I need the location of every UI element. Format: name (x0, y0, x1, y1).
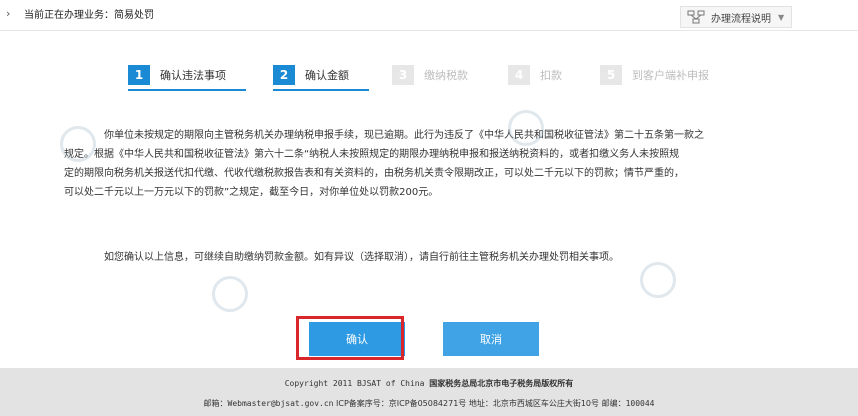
footer-copyright: Copyright 2011 BJSAT of China 国家税务总局北京市电… (0, 378, 858, 389)
divider (0, 30, 858, 31)
icp-label: ICP备案序号： (336, 399, 389, 408)
chevron-right-icon: › (6, 7, 11, 20)
step-4[interactable]: 4 扣款 (508, 62, 562, 88)
process-guide-label: 办理流程说明 (711, 13, 771, 25)
footer: Copyright 2011 BJSAT of China 国家税务总局北京市电… (0, 368, 858, 416)
copyright-owner: 国家税务总局北京市电子税务局版权所有 (429, 379, 574, 388)
breadcrumb-current-task: 简易处罚 (114, 10, 154, 21)
postcode-value: 100044 (625, 399, 655, 408)
notice-line: 你单位未按规定的期限向主管税务机关办理纳税申报手续，现已逾期。此行为违反了《中华… (104, 130, 704, 141)
step-label: 确认违法事项 (160, 69, 226, 82)
process-guide-button[interactable]: 办理流程说明 ▼ (680, 6, 792, 28)
step-2[interactable]: 2 确认金额 (273, 62, 349, 88)
step-label: 到客户端补申报 (632, 69, 709, 82)
flow-chart-icon (687, 10, 705, 24)
page: › 当前正在办理业务：简易处罚 办理流程说明 ▼ 1 确认违法事项 2 确认金额… (0, 0, 858, 416)
step-label: 确认金额 (305, 69, 349, 82)
step-label: 缴纳税款 (424, 69, 468, 82)
chevron-down-icon: ▼ (778, 12, 785, 22)
step-3[interactable]: 3 缴纳税款 (392, 62, 468, 88)
step-number: 4 (508, 65, 530, 85)
breadcrumb-prefix: 当前正在办理业务： (24, 10, 114, 21)
confirm-button[interactable]: 确认 (309, 322, 405, 356)
step-label: 扣款 (540, 69, 562, 82)
step-2-underline (273, 89, 369, 91)
watermark-logo-icon (212, 276, 248, 312)
copyright-text: Copyright 2011 BJSAT of China (284, 379, 425, 388)
step-number: 2 (273, 65, 295, 85)
notice-line: 可以处二千元以上一万元以下的罚款”之规定，截至今日，对你单位处以罚款200元。 (64, 187, 439, 198)
step-number: 5 (600, 65, 622, 85)
address-label: 地址： (468, 399, 493, 408)
email-link[interactable]: Webmaster@bjsat.gov.cn (228, 399, 334, 408)
notice-line: 规定。根据《中华人民共和国税收征管法》第六十二条“纳税人未按照规定的期限办理纳税… (64, 149, 680, 160)
breadcrumb: 当前正在办理业务：简易处罚 (24, 6, 154, 21)
step-1[interactable]: 1 确认违法事项 (128, 62, 226, 88)
notice-line: 定的期限向税务机关报送代扣代缴、代收代缴税款报告表和有关资料的，由税务机关责令限… (64, 168, 684, 179)
watermark-logo-icon (640, 262, 676, 298)
penalty-notice: 你单位未按规定的期限向主管税务机关办理纳税申报手续，现已逾期。此行为违反了《中华… (64, 126, 794, 202)
footer-contact: 邮箱：Webmaster@bjsat.gov.cn ICP备案序号：京ICP备0… (0, 398, 858, 409)
step-number: 1 (128, 65, 150, 85)
step-1-underline (128, 89, 246, 91)
address-value: 北京市西城区车公庄大街10号 (492, 399, 600, 408)
step-5[interactable]: 5 到客户端补申报 (600, 62, 709, 88)
icp-number: 京ICP备05084271号 (388, 399, 467, 408)
step-number: 3 (392, 65, 414, 85)
step-progress: 1 确认违法事项 2 确认金额 3 缴纳税款 4 扣款 5 到客户端补申报 (128, 62, 728, 92)
postcode-label: 邮编： (601, 399, 626, 408)
top-bar: › 当前正在办理业务：简易处罚 办理流程说明 ▼ (0, 0, 858, 30)
cancel-button[interactable]: 取消 (443, 322, 539, 356)
confirm-prompt: 如您确认以上信息，可继续自助缴纳罚款金额。如有异议（选择取消），请自行前往主管税… (104, 252, 619, 263)
email-label: 邮箱： (203, 399, 228, 408)
